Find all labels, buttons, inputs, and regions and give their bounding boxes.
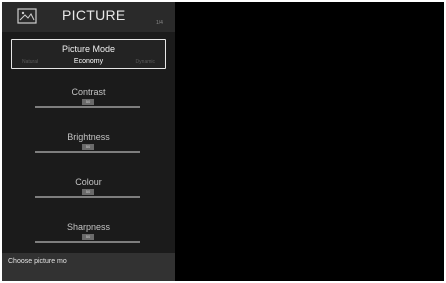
sharpness-value: 50 [82,234,94,240]
tv-screen: PICTURE 1/4 Picture Mode Natural Economy… [2,2,444,281]
brightness-value: 50 [82,144,94,150]
colour-track[interactable] [35,196,140,198]
contrast-track[interactable] [35,106,140,108]
colour-label: Colour [75,177,102,187]
brightness-label: Brightness [67,132,110,142]
contrast-value: 50 [82,99,94,105]
picture-icon [17,8,37,24]
picture-mode-label: Picture Mode [61,44,116,54]
help-footer: Choose picture mo [2,253,175,281]
brightness-track[interactable] [35,151,140,153]
sharpness-label: Sharpness [66,222,111,232]
picture-mode-next-option: Dynamic [135,59,155,65]
menu-header: PICTURE 1/4 [2,2,175,32]
menu-title: PICTURE [62,7,126,23]
colour-slider[interactable]: Colour 50 [2,177,175,217]
sharpness-track[interactable] [35,241,140,243]
picture-menu-panel: PICTURE 1/4 Picture Mode Natural Economy… [2,2,175,281]
picture-mode-selector[interactable]: Picture Mode Natural Economy Dynamic [11,39,166,69]
contrast-slider[interactable]: Contrast 50 [2,87,175,127]
help-text: Choose picture mo [8,258,67,265]
contrast-label: Contrast [71,87,106,97]
page-indicator: 1/4 [156,20,163,26]
brightness-slider[interactable]: Brightness 50 [2,132,175,172]
colour-value: 50 [82,189,94,195]
